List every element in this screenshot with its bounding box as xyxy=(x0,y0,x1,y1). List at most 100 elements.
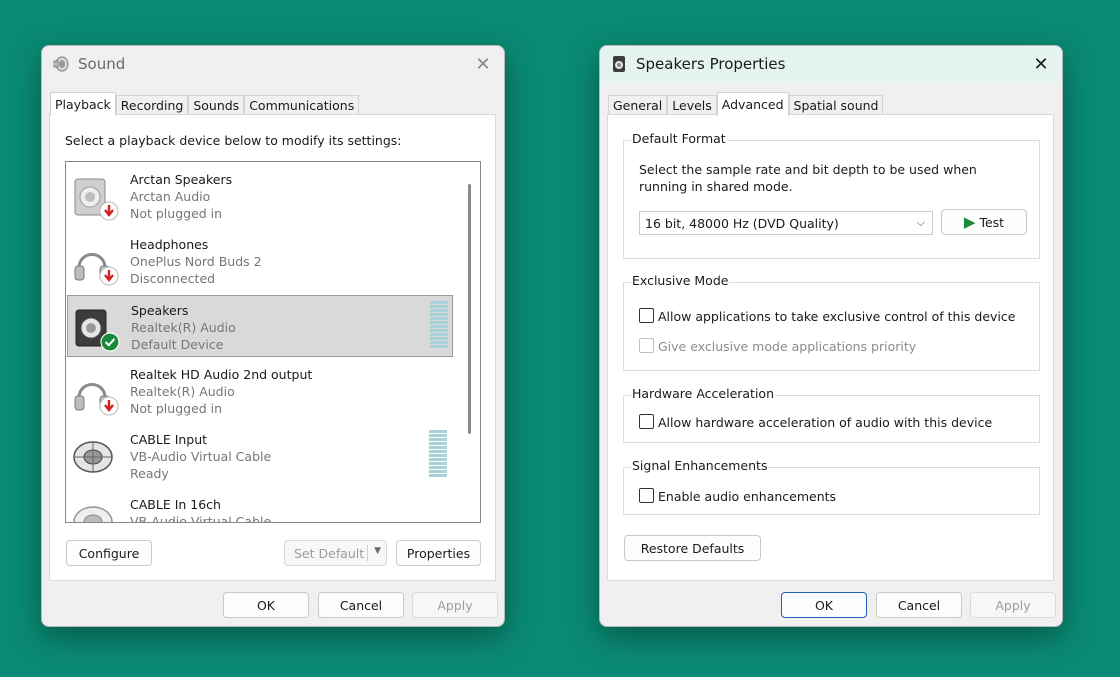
set-default-button[interactable]: Set Default ▼ xyxy=(284,540,387,566)
list-scrollbar[interactable] xyxy=(468,184,471,434)
tab-playback[interactable]: Playback xyxy=(50,92,116,116)
priority-label: Give exclusive mode applications priorit… xyxy=(658,339,917,354)
device-name: CABLE In 16ch xyxy=(130,497,221,512)
device-name: Headphones xyxy=(130,237,209,252)
device-driver: Realtek(R) Audio xyxy=(131,320,236,335)
exclusive-mode-group: Exclusive Mode Allow applications to tak… xyxy=(623,273,1040,371)
sound-titlebar: Sound ✕ xyxy=(42,46,504,82)
device-driver: VB-Audio Virtual Cable xyxy=(130,449,272,464)
format-select[interactable]: 16 bit, 48000 Hz (DVD Quality) ⌵ xyxy=(639,211,933,235)
sound-window-title: Sound xyxy=(78,55,126,73)
sound-window: Sound ✕ Playback Recording Sounds Commun… xyxy=(41,45,505,627)
enhancements-checkbox-label[interactable]: Enable audio enhancements xyxy=(658,489,836,504)
list-item[interactable]: Headphones OnePlus Nord Buds 2 Disconnec… xyxy=(67,230,453,292)
properties-button[interactable]: Properties xyxy=(396,540,481,566)
play-icon: ▶ xyxy=(963,213,976,231)
list-item[interactable]: Realtek HD Audio 2nd output Realtek(R) A… xyxy=(67,360,453,422)
playback-panel: Select a playback device below to modify… xyxy=(49,114,496,581)
device-status: Not plugged in xyxy=(130,401,223,416)
chevron-down-icon: ⌵ xyxy=(916,216,925,229)
device-status: Ready xyxy=(130,466,169,481)
list-item[interactable]: Arctan Speakers Arctan Audio Not plugged… xyxy=(67,165,453,227)
device-driver: Arctan Audio xyxy=(130,189,211,204)
apply-button[interactable]: Apply xyxy=(412,592,498,618)
hardware-acceleration-label: Hardware Acceleration xyxy=(631,386,775,401)
advanced-panel: Default Format Select the sample rate an… xyxy=(607,114,1054,581)
cancel-button[interactable]: Cancel xyxy=(318,592,404,618)
hardware-acceleration-group: Hardware Acceleration Allow hardware acc… xyxy=(623,386,1040,443)
instruction-text: Select a playback device below to modify… xyxy=(65,133,402,148)
enhancements-checkbox[interactable] xyxy=(639,488,654,503)
list-item[interactable]: CABLE In 16ch VB-Audio Virtual Cable xyxy=(67,490,453,523)
tab-spatial-sound[interactable]: Spatial sound xyxy=(788,95,884,115)
level-meter xyxy=(430,301,448,349)
restore-defaults-label: Restore Defaults xyxy=(640,540,745,556)
test-label: Test xyxy=(979,214,1005,230)
set-default-label: Set Default xyxy=(294,545,365,561)
priority-checkbox[interactable] xyxy=(639,338,654,353)
tab-general[interactable]: General xyxy=(608,95,668,115)
restore-defaults-button[interactable]: Restore Defaults xyxy=(624,535,761,561)
tab-communications[interactable]: Communications xyxy=(244,95,360,115)
tab-sounds[interactable]: Sounds xyxy=(188,95,245,115)
properties-label: Properties xyxy=(406,545,471,561)
cable-icon xyxy=(73,441,113,473)
cancel-label: Cancel xyxy=(897,597,941,613)
configure-label: Configure xyxy=(78,545,140,561)
ok-label: OK xyxy=(256,597,276,613)
close-icon[interactable]: ✕ xyxy=(1028,52,1054,76)
tab-advanced[interactable]: Advanced xyxy=(716,92,789,116)
device-name: Arctan Speakers xyxy=(130,172,233,187)
list-item[interactable]: CABLE Input VB-Audio Virtual Cable Ready xyxy=(67,425,453,487)
signal-enhancements-group: Signal Enhancements Enable audio enhance… xyxy=(623,458,1040,515)
format-select-value: 16 bit, 48000 Hz (DVD Quality) xyxy=(645,215,839,231)
unplugged-arrow-icon xyxy=(99,201,119,221)
properties-window: Speakers Properties ✕ General Levels Adv… xyxy=(599,45,1063,627)
hardware-accel-checkbox[interactable] xyxy=(639,414,654,429)
default-format-description: Select the sample rate and bit depth to … xyxy=(639,162,977,194)
device-list[interactable]: Arctan Speakers Arctan Audio Not plugged… xyxy=(65,161,481,523)
dropdown-divider xyxy=(367,545,368,561)
ok-button[interactable]: OK xyxy=(781,592,867,618)
device-driver: VB-Audio Virtual Cable xyxy=(130,514,272,523)
device-status: Disconnected xyxy=(130,271,216,286)
ok-label: OK xyxy=(814,597,834,613)
properties-titlebar: Speakers Properties ✕ xyxy=(600,46,1062,82)
sound-tabs: Playback Recording Sounds Communications xyxy=(50,92,360,116)
default-format-group: Default Format Select the sample rate an… xyxy=(623,131,1040,259)
default-check-icon xyxy=(100,332,120,352)
properties-window-title: Speakers Properties xyxy=(636,55,786,73)
allow-exclusive-checkbox[interactable] xyxy=(639,308,654,323)
test-button[interactable]: ▶ Test xyxy=(941,209,1027,235)
device-name: CABLE Input xyxy=(130,432,208,447)
apply-label: Apply xyxy=(437,597,473,613)
tab-levels[interactable]: Levels xyxy=(667,95,717,115)
tab-recording[interactable]: Recording xyxy=(115,95,189,115)
default-format-label: Default Format xyxy=(631,131,727,146)
unplugged-arrow-icon xyxy=(99,266,119,286)
device-name: Speakers xyxy=(131,303,189,318)
device-name: Realtek HD Audio 2nd output xyxy=(130,367,313,382)
device-driver: OnePlus Nord Buds 2 xyxy=(130,254,262,269)
level-meter xyxy=(429,430,447,478)
allow-exclusive-label[interactable]: Allow applications to take exclusive con… xyxy=(658,309,1015,324)
signal-enhancements-label: Signal Enhancements xyxy=(631,458,769,473)
chevron-down-icon[interactable]: ▼ xyxy=(374,546,381,556)
apply-button[interactable]: Apply xyxy=(970,592,1056,618)
cancel-label: Cancel xyxy=(339,597,383,613)
device-status: Default Device xyxy=(131,337,224,352)
sound-app-icon xyxy=(53,56,69,72)
close-icon[interactable]: ✕ xyxy=(470,52,496,76)
device-status: Not plugged in xyxy=(130,206,223,221)
cancel-button[interactable]: Cancel xyxy=(876,592,962,618)
device-driver: Realtek(R) Audio xyxy=(130,384,235,399)
exclusive-mode-label: Exclusive Mode xyxy=(631,273,730,288)
cable-icon xyxy=(73,506,113,522)
ok-button[interactable]: OK xyxy=(223,592,309,618)
properties-tabs: General Levels Advanced Spatial sound xyxy=(608,92,884,116)
hardware-accel-checkbox-label[interactable]: Allow hardware acceleration of audio wit… xyxy=(658,415,992,430)
list-item-selected[interactable]: Speakers Realtek(R) Audio Default Device xyxy=(67,295,453,357)
speaker-app-icon xyxy=(613,56,625,72)
configure-button[interactable]: Configure xyxy=(66,540,152,566)
unplugged-arrow-icon xyxy=(99,396,119,416)
